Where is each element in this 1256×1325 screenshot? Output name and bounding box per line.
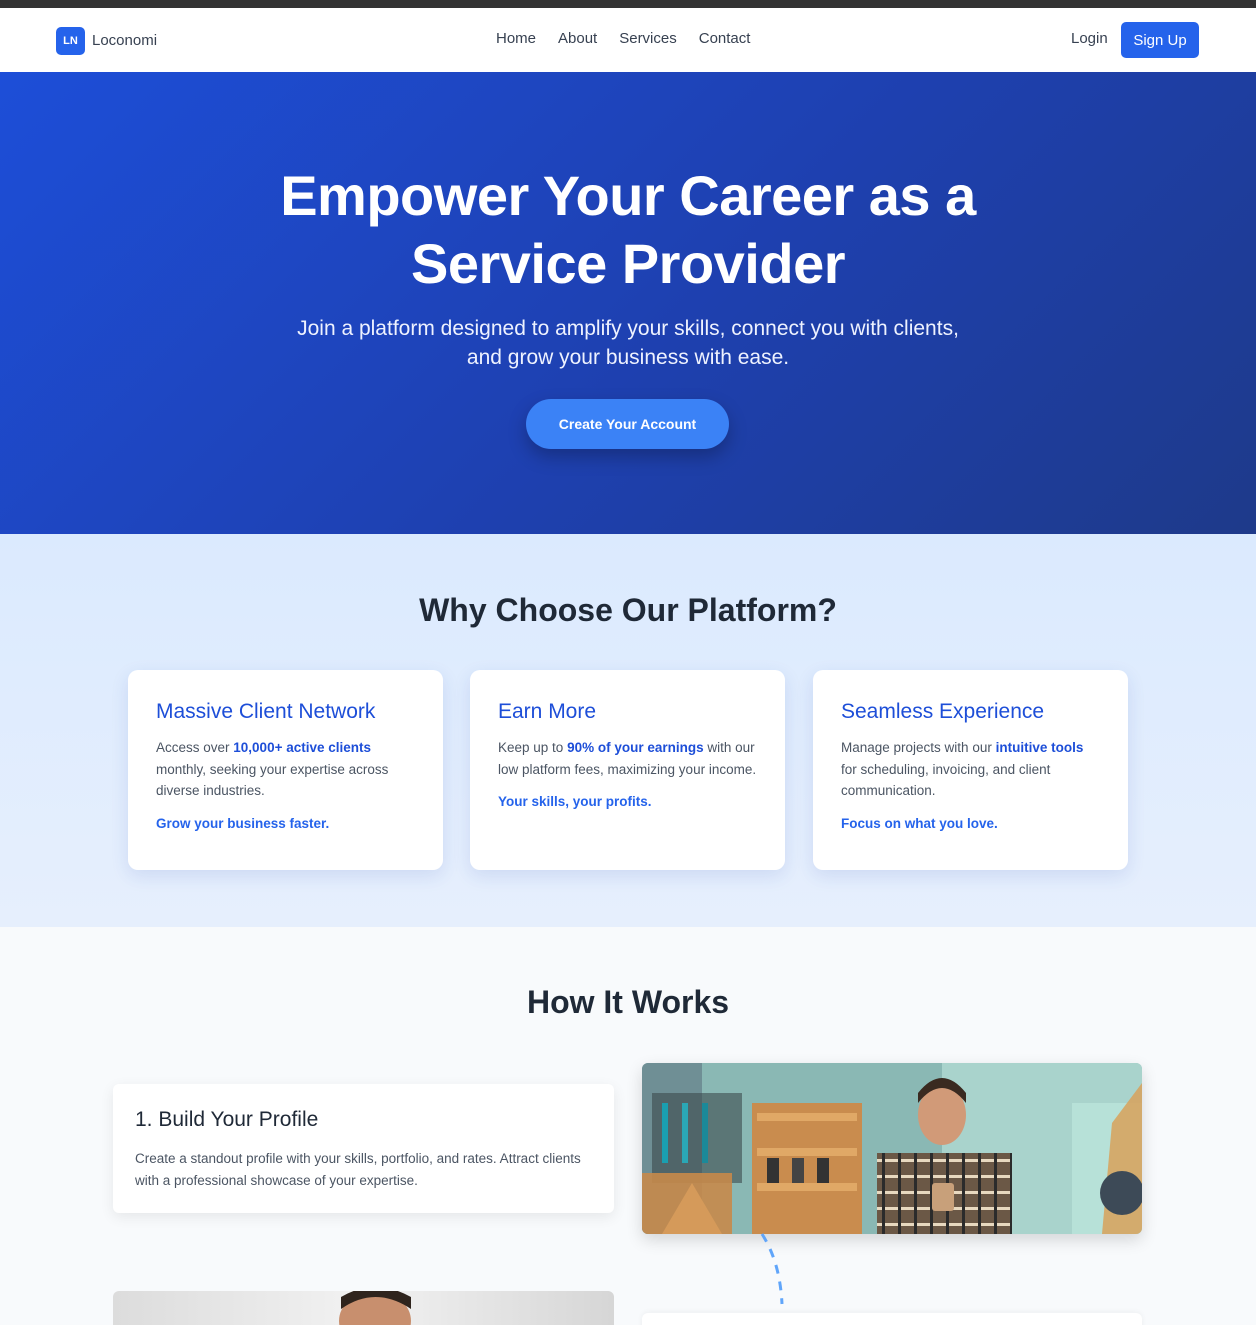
feature-card-earn-more: Earn More Keep up to 90% of your earning… (470, 670, 785, 870)
hero-title-line1: Empower Your Career as a (280, 164, 976, 227)
hero-title: Empower Your Career as a Service Provide… (0, 162, 1256, 298)
step-card-next (642, 1313, 1142, 1325)
feature-text-highlight: 10,000+ active clients (233, 740, 372, 755)
feature-card-client-network: Massive Client Network Access over 10,00… (128, 670, 443, 870)
hero-subtitle: Join a platform designed to amplify your… (297, 317, 959, 369)
create-account-button[interactable]: Create Your Account (526, 399, 729, 449)
nav-links: Home About Services Contact (496, 30, 750, 47)
brand-name: Loconomi (92, 32, 158, 49)
provider-photo-illustration (339, 1291, 411, 1325)
brand[interactable]: LN Loconomi (56, 26, 157, 55)
feature-text-pre: Manage projects with our (841, 740, 996, 755)
signup-button[interactable]: Sign Up (1121, 22, 1199, 58)
brand-logo: LN (56, 26, 85, 55)
feature-card-tagline: Grow your business faster. (156, 815, 330, 831)
how-title: How It Works (526, 984, 730, 1020)
why-section: Why Choose Our Platform? Massive Client … (0, 534, 1256, 927)
provider-photo (113, 1291, 614, 1325)
feature-card-title: Earn More (498, 700, 597, 723)
step-text: Create a standout profile with your skil… (135, 1151, 581, 1188)
hero-section: Empower Your Career as a Service Provide… (0, 72, 1256, 534)
nav-home[interactable]: Home (496, 30, 536, 47)
step-connector-dashes (760, 1233, 784, 1305)
workshop-photo-illustration (642, 1063, 1142, 1234)
feature-text-post: monthly, seeking your expertise across d… (156, 761, 389, 799)
feature-card-seamless-experience: Seamless Experience Manage projects with… (813, 670, 1128, 870)
feature-card-text: Keep up to 90% of your earnings with our… (498, 737, 757, 780)
feature-text-pre: Keep up to (498, 740, 568, 755)
nav-about[interactable]: About (558, 30, 597, 47)
workshop-photo (642, 1063, 1142, 1234)
feature-text-highlight: intuitive tools (995, 740, 1084, 755)
feature-card-text: Manage projects with our intuitive tools… (841, 737, 1100, 802)
step-title: 1. Build Your Profile (135, 1108, 319, 1131)
login-link[interactable]: Login (1071, 30, 1108, 47)
why-title: Why Choose Our Platform? (419, 592, 837, 628)
nav-services[interactable]: Services (619, 30, 677, 47)
hero-title-line2: Service Provider (410, 232, 846, 295)
feature-card-tagline: Your skills, your profits. (498, 794, 652, 809)
how-it-works-section: How It Works 1. Build Your Profile Creat… (0, 927, 1256, 1325)
step-card-build-profile: 1. Build Your Profile Create a standout … (113, 1084, 614, 1213)
feature-card-title: Seamless Experience (841, 700, 1045, 723)
feature-text-post: for scheduling, invoicing, and client co… (841, 761, 1051, 799)
top-strip (0, 0, 1256, 8)
feature-text-highlight: 90% of your earnings (567, 740, 704, 755)
feature-card-text: Access over 10,000+ active clients month… (156, 737, 415, 802)
feature-card-tagline: Focus on what you love. (841, 815, 998, 831)
feature-text-pre: Access over (156, 740, 234, 755)
navbar: LN Loconomi Home About Services Contact … (0, 8, 1256, 72)
nav-contact[interactable]: Contact (699, 30, 751, 47)
feature-card-title: Massive Client Network (156, 700, 376, 723)
